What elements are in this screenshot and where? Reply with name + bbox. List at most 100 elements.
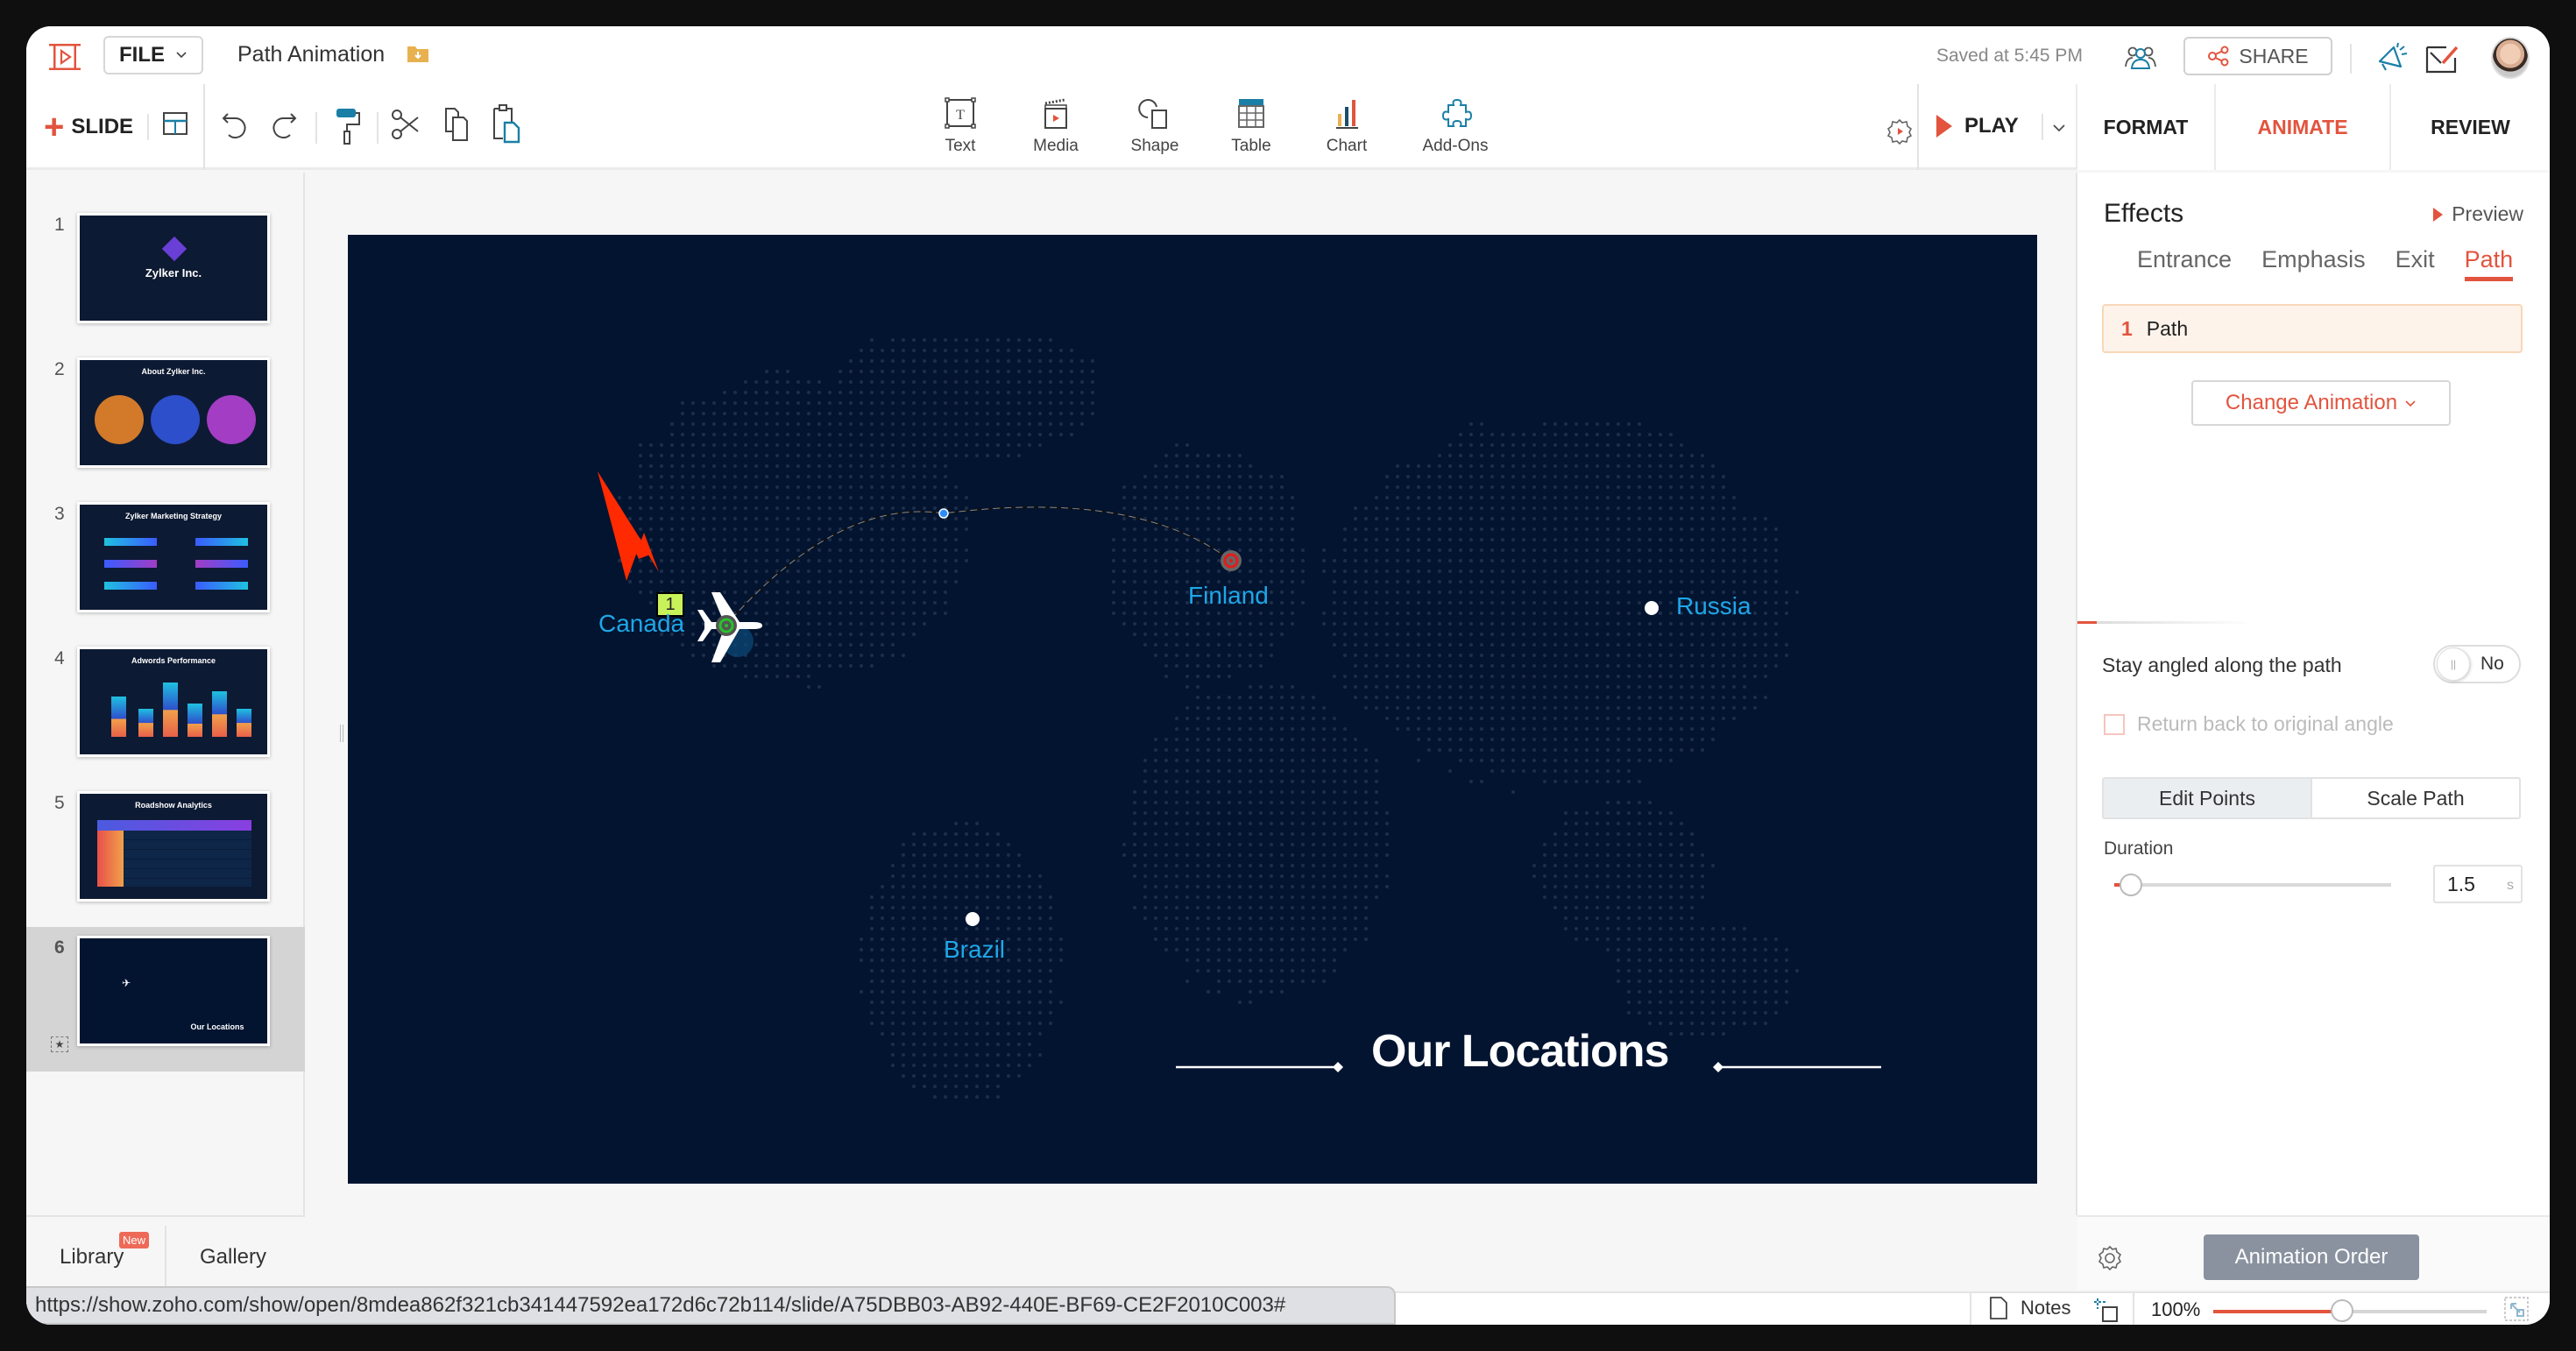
location-label-russia[interactable]: Russia [1676, 592, 1752, 620]
gallery-tab[interactable]: Gallery [200, 1245, 266, 1270]
location-dot-brazil[interactable] [966, 912, 980, 926]
insert-text-button[interactable]: T Text [912, 96, 1008, 163]
chevron-down-icon [176, 52, 187, 59]
preview-button[interactable]: Preview [2433, 202, 2523, 226]
fit-to-screen-icon[interactable] [2092, 1297, 2120, 1323]
zoom-slider-handle[interactable] [2330, 1299, 2353, 1322]
file-menu-button[interactable]: FILE [103, 36, 203, 74]
slide-thumbnail-2[interactable]: 2 About Zylker Inc. [26, 349, 305, 493]
add-slide-button[interactable]: + SLIDE [44, 107, 133, 147]
toolbar-divider [147, 114, 149, 140]
animation-settings-gear-icon[interactable] [2097, 1245, 2123, 1271]
airplane-icon: ✈ [122, 977, 131, 989]
effect-tab-exit[interactable]: Exit [2396, 246, 2435, 281]
play-options-chevron-icon[interactable] [2052, 123, 2066, 133]
stay-angled-label: Stay angled along the path [2102, 654, 2342, 676]
collaborators-icon[interactable] [2123, 44, 2158, 70]
slide-thumbnail-5[interactable]: 5 Roadshow Analytics [26, 782, 305, 927]
slides-panel: 1 Zylker Inc. 2 About Zylker Inc. 3 Zylk… [26, 173, 305, 1215]
document-title[interactable]: Path Animation [237, 42, 385, 67]
share-icon [2208, 46, 2229, 67]
tab-review[interactable]: REVIEW [2389, 84, 2550, 170]
slide-thumbnail-3[interactable]: 3 Zylker Marketing Strategy [26, 493, 305, 638]
save-status: Saved at 5:45 PM [1936, 46, 2083, 66]
duration-slider-track[interactable] [2114, 883, 2391, 887]
tab-animate[interactable]: ANIMATE [2214, 84, 2389, 170]
table-icon [1238, 99, 1264, 128]
zoho-show-logo-icon[interactable] [48, 42, 81, 72]
duration-input[interactable]: 1.5 s [2433, 865, 2523, 903]
insert-media-button[interactable]: Media [1008, 96, 1104, 163]
announcement-megaphone-icon[interactable] [2374, 42, 2410, 74]
new-badge: New [119, 1232, 150, 1248]
redo-icon[interactable] [270, 109, 298, 138]
slide-preview: Our Locations ✈ [77, 936, 270, 1046]
undo-icon[interactable] [221, 109, 249, 138]
bar-chart-icon [1336, 100, 1358, 129]
notes-button[interactable]: Notes [1970, 1291, 2070, 1325]
toggle-knob: || [2437, 647, 2470, 681]
copy-icon[interactable] [442, 105, 472, 144]
circle-graphic [207, 395, 256, 444]
animation-path-overlay [598, 471, 1881, 1072]
layout-icon[interactable] [162, 110, 188, 137]
slideshow-settings-icon[interactable] [1886, 117, 1914, 145]
slide-preview: Roadshow Analytics [77, 791, 270, 902]
animation-indicator-icon: ★ [51, 1036, 68, 1052]
cut-scissors-icon[interactable] [390, 107, 421, 142]
library-bar: Library New Gallery [26, 1215, 305, 1290]
edit-points-button[interactable]: Edit Points [2104, 779, 2312, 817]
insert-addons-button[interactable]: Add-Ons [1407, 96, 1504, 163]
slide-6-canvas[interactable]: 1 Canada Finland Russia Brazil Our Locat… [348, 235, 2037, 1184]
insert-media-label: Media [1033, 137, 1079, 155]
effect-tab-emphasis[interactable]: Emphasis [2261, 246, 2366, 281]
zoom-level[interactable]: 100% [2151, 1298, 2200, 1321]
stay-angled-toggle[interactable]: || No [2433, 645, 2521, 683]
expand-fullscreen-icon[interactable] [2504, 1297, 2529, 1321]
gallery-label: Gallery [200, 1245, 267, 1269]
folder-move-icon[interactable] [407, 44, 429, 63]
change-animation-button[interactable]: Change Animation [2191, 380, 2451, 426]
change-animation-label: Change Animation [2225, 391, 2398, 414]
slide-thumbnail-4[interactable]: 4 Adwords Performance [26, 638, 305, 782]
location-label-canada[interactable]: Canada [598, 610, 684, 638]
return-angle-checkbox[interactable] [2104, 713, 2125, 735]
path-mode-segmented-control: Edit Points Scale Path [2102, 777, 2521, 819]
slide-thumbnail-6[interactable]: 6 Our Locations ✈ ★ [26, 927, 305, 1072]
user-avatar[interactable] [2491, 37, 2530, 79]
duration-slider-handle[interactable] [2119, 874, 2142, 896]
location-label-brazil[interactable]: Brazil [944, 936, 1005, 964]
animation-list-item[interactable]: 1 Path [2102, 304, 2523, 353]
format-painter-icon[interactable] [335, 107, 361, 145]
slide-title: Zylker Marketing Strategy [124, 512, 223, 520]
location-dot-russia[interactable] [1645, 601, 1659, 615]
path-control-point [938, 508, 949, 519]
svg-text:T: T [956, 108, 965, 123]
animation-order-button[interactable]: Animation Order [2204, 1234, 2419, 1280]
tab-format[interactable]: FORMAT [2076, 84, 2214, 170]
effect-tab-path[interactable]: Path [2464, 246, 2514, 281]
shape-icon [1138, 99, 1167, 129]
paste-icon[interactable] [491, 103, 522, 144]
slide-preview: About Zylker Inc. [77, 357, 270, 468]
effect-tab-entrance[interactable]: Entrance [2137, 246, 2232, 281]
preview-play-icon [2433, 207, 2444, 222]
location-label-finland[interactable]: Finland [1188, 582, 1269, 610]
slide-thumbnail-1[interactable]: 1 Zylker Inc. [26, 204, 305, 349]
insert-shape-button[interactable]: Shape [1107, 96, 1203, 163]
puzzle-icon [1441, 98, 1473, 127]
insert-table-button[interactable]: Table [1203, 96, 1299, 163]
share-button[interactable]: SHARE [2183, 37, 2332, 75]
zoho-show-app: FILE Path Animation Saved at 5:45 PM SHA… [26, 26, 2550, 1325]
toolbar-divider [377, 112, 379, 144]
animate-panel-footer: Animation Order [2077, 1215, 2550, 1290]
slide-heading[interactable]: Our Locations [1371, 1025, 1669, 1078]
animation-item-number: 1 [2121, 316, 2133, 340]
slide-title: Zylker Inc. [145, 266, 202, 279]
play-button[interactable]: PLAY [1936, 109, 2019, 144]
panel-resize-handle[interactable] [340, 725, 343, 742]
scale-path-button[interactable]: Scale Path [2312, 779, 2519, 817]
feedback-edit-icon[interactable] [2425, 44, 2460, 74]
insert-chart-button[interactable]: Chart [1299, 96, 1395, 163]
library-tab[interactable]: Library [60, 1245, 124, 1270]
